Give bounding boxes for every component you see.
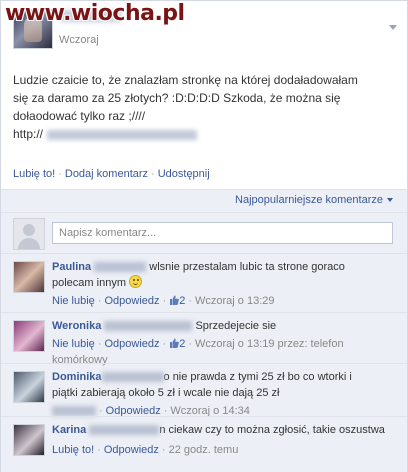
post-text-line: dołaodować tylko raz ;//// — [13, 109, 146, 123]
current-user-avatar — [13, 218, 45, 250]
comment-text: o nie prawda z tymi 25 zł bo co wtorki i — [163, 371, 352, 383]
post-menu-chevron-icon[interactable] — [389, 25, 397, 30]
post-link-line[interactable]: http:// — [13, 125, 398, 143]
comment-like-count[interactable]: 2 — [179, 295, 185, 307]
smiley-emoticon-icon — [129, 275, 143, 288]
comment-sort-dropdown[interactable]: Najpopularniejsze komentarze — [235, 194, 393, 210]
facebook-post-card: www.wiocha.pl Wczoraj Ludzie czaicie to,… — [0, 0, 408, 472]
comment-text: piątki zabierają około 5 zł i wcale nie … — [52, 387, 280, 399]
unlike-comment-button[interactable]: Nie lubię — [52, 295, 95, 307]
add-comment-button[interactable]: Dodaj komentarz — [65, 168, 148, 180]
comment-item: Dominika o nie prawda z tymi 25 zł bo co … — [1, 363, 407, 417]
reply-button[interactable]: Odpowiedz — [104, 444, 159, 456]
unlike-comment-button[interactable]: Nie lubię — [52, 338, 95, 350]
reply-button[interactable]: Odpowiedz — [104, 295, 159, 307]
commenter-avatar[interactable] — [13, 320, 45, 352]
comment-text: polecam innym — [52, 277, 126, 289]
commenter-avatar[interactable] — [13, 424, 45, 456]
commenter-surname-blurred[interactable] — [89, 425, 160, 436]
comment-body: Karina n ciekaw czy to można zgłosić, ta… — [52, 422, 397, 458]
comment-meta-blurred — [52, 406, 96, 417]
site-watermark: www.wiocha.pl — [5, 1, 185, 26]
commenter-name[interactable]: Weronika — [52, 320, 101, 332]
comment-text: n ciekaw czy to można zgłosić, takie osz… — [159, 424, 385, 436]
post-header: www.wiocha.pl Wczoraj — [1, 1, 407, 56]
comment-input-row — [1, 212, 407, 252]
commenter-name[interactable]: Dominika — [52, 371, 102, 383]
comment-sort-label[interactable]: Najpopularniejsze komentarze — [235, 194, 383, 206]
comment-timestamp[interactable]: Wczoraj o 13:29 — [195, 295, 274, 307]
commenter-surname-blurred[interactable] — [94, 262, 147, 273]
comment-text: wlsnie przestalam lubic ta strone goraco — [149, 261, 345, 273]
comment-meta: Nie lubię · Odpowiedz · 2 · Wczoraj o 13:29 — [52, 295, 275, 307]
post-timestamp[interactable]: Wczoraj — [59, 34, 99, 46]
reply-button[interactable]: Odpowiedz — [104, 338, 159, 350]
comment-body: Paulina wlsnie przestalam lubic ta stron… — [52, 259, 397, 309]
post-link-blurred[interactable] — [47, 129, 198, 140]
comment-input[interactable] — [52, 222, 393, 244]
commenter-name[interactable]: Paulina — [52, 261, 91, 273]
comment-body: Dominika o nie prawda z tymi 25 zł bo co … — [52, 369, 397, 419]
comment-timestamp[interactable]: 22 godz. temu — [169, 444, 239, 456]
comments-panel: Najpopularniejsze komentarze Paulina wls… — [1, 189, 407, 472]
commenter-surname-blurred[interactable] — [101, 372, 164, 383]
post-text-line: Ludzie czaicie to, że znalazłam stronkę … — [13, 73, 358, 87]
thumbs-up-icon[interactable] — [169, 295, 180, 305]
like-comment-button[interactable]: Lubię to! — [52, 444, 94, 456]
share-button[interactable]: Udostępnij — [158, 168, 210, 180]
comment-body: Weronika Sprzedejecie sie Nie lubię · Odpo… — [52, 318, 397, 368]
separator-dot: · — [58, 168, 62, 180]
post-actions: Lubię to! · Dodaj komentarz · Udostępnij — [13, 167, 210, 181]
comment-item: Karina n ciekaw czy to można zgłosić, ta… — [1, 416, 407, 472]
thumbs-up-icon[interactable] — [169, 338, 180, 348]
like-button[interactable]: Lubię to! — [13, 168, 55, 180]
post-link-prefix[interactable]: http:// — [13, 127, 43, 141]
separator-dot: · — [151, 168, 155, 180]
comment-timestamp[interactable]: Wczoraj o 13:19 przez: telefon — [195, 338, 344, 350]
commenter-name[interactable]: Karina — [52, 424, 86, 436]
comment-meta: Lubię to! · Odpowiedz · 22 godz. temu — [52, 444, 239, 456]
commenter-avatar[interactable] — [13, 371, 45, 403]
comment-like-count[interactable]: 2 — [179, 338, 185, 350]
dropdown-caret-icon[interactable] — [387, 198, 393, 203]
post-body: Ludzie czaicie to, że znalazłam stronkę … — [13, 71, 398, 143]
post-text-line: się za daramo za 25 złotych? :D:D:D:D Sz… — [13, 91, 341, 105]
comment-item: Paulina wlsnie przestalam lubic ta stron… — [1, 253, 407, 311]
comment-item: Weronika Sprzedejecie sie Nie lubię · Odpo… — [1, 312, 407, 366]
commenter-avatar[interactable] — [13, 261, 45, 293]
comment-text: Sprzedejecie sie — [195, 320, 277, 332]
commenter-surname-blurred[interactable] — [104, 321, 193, 332]
